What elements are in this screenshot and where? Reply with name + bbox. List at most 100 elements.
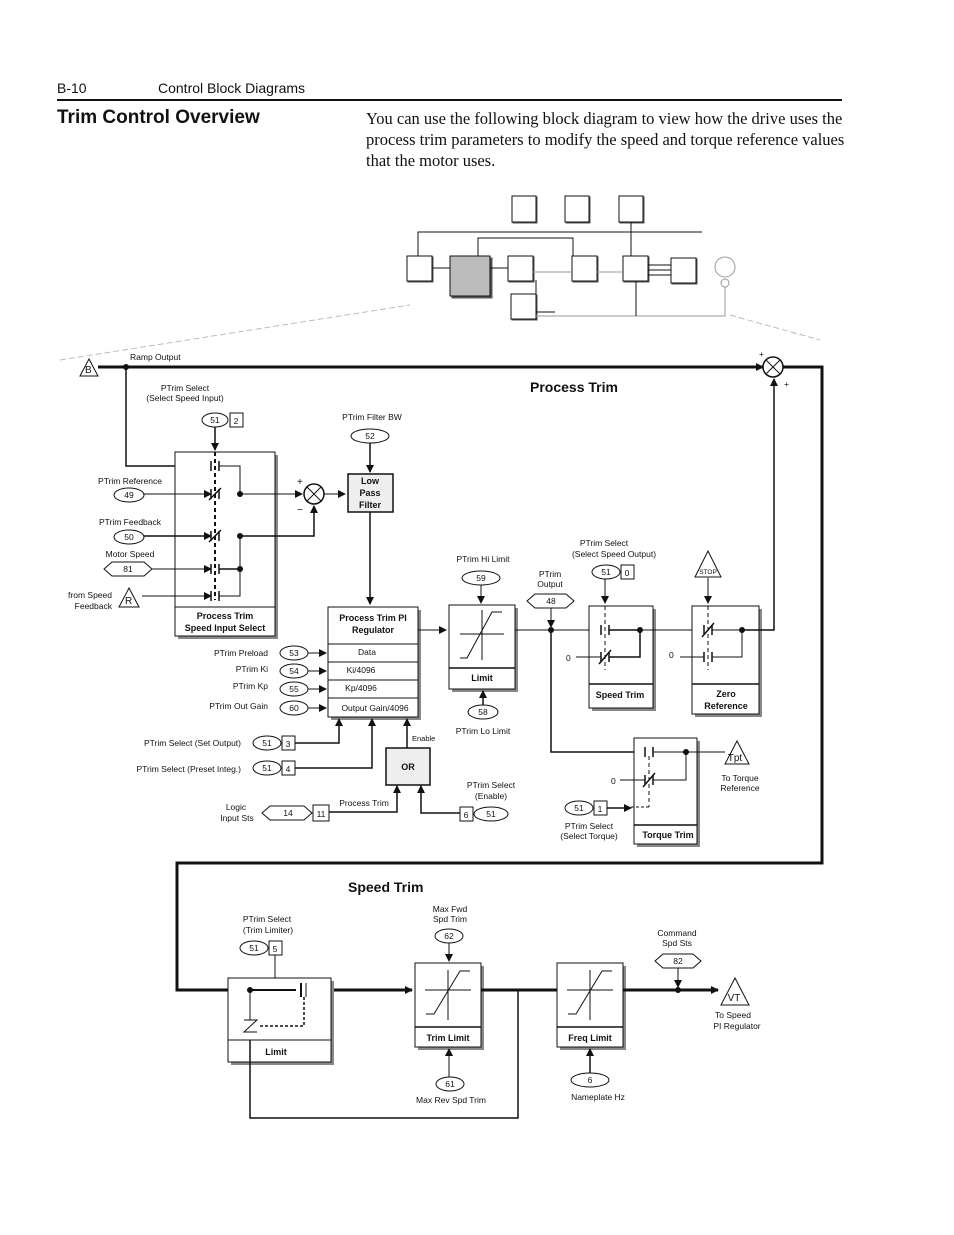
svg-text:Spd Sts: Spd Sts (662, 938, 692, 948)
svg-text:62: 62 (444, 931, 454, 941)
svg-text:Zero: Zero (716, 689, 736, 699)
svg-text:PTrim Preload: PTrim Preload (214, 648, 268, 658)
svg-text:B: B (85, 365, 92, 376)
svg-text:Speed Trim: Speed Trim (596, 690, 645, 700)
process-trim-speed-input-select-block: Process Trim Speed Input Select (174, 451, 278, 639)
svg-text:2: 2 (234, 416, 239, 426)
svg-text:PTrim Select: PTrim Select (565, 821, 614, 831)
param-48: 48 (526, 593, 575, 609)
nameplate-hz: 6 Nameplate Hz (570, 1072, 625, 1102)
svg-text:53: 53 (289, 648, 299, 658)
svg-text:Logic: Logic (226, 802, 247, 812)
svg-text:59: 59 (476, 573, 486, 583)
ptrim-output-label: PTrim (539, 569, 561, 579)
speed-trim-block: Speed Trim (588, 605, 656, 711)
svg-text:1: 1 (598, 804, 603, 814)
svg-text:51: 51 (249, 943, 259, 953)
ptrim-hi-limit-label: PTrim Hi Limit (456, 554, 510, 564)
svg-text:PTrim Ki: PTrim Ki (236, 664, 268, 674)
svg-text:82: 82 (673, 956, 683, 966)
svg-text:14: 14 (283, 808, 293, 818)
param-51-bit-1: 51 1 PTrim Select (Select Torque) (560, 800, 618, 841)
svg-text:Speed Input Select: Speed Input Select (185, 623, 266, 633)
param-51-bit-3: PTrim Select (Set Output) 51 3 (144, 735, 296, 751)
command-spd-sts: Command Spd Sts 82 (654, 928, 702, 969)
svg-text:Spd Trim: Spd Trim (433, 914, 467, 924)
speed-trim-zero: 0 (566, 653, 571, 663)
svg-text:Tpt: Tpt (728, 753, 743, 764)
svg-text:+: + (297, 477, 303, 488)
svg-text:Freq Limit: Freq Limit (568, 1033, 612, 1043)
pi-row-kp: Kp/4096 (345, 683, 377, 693)
svg-text:Limit: Limit (265, 1047, 287, 1057)
svg-text:Regulator: Regulator (352, 625, 395, 635)
zero-reference-block: Zero Reference (691, 605, 762, 717)
svg-text:(Trim Limiter): (Trim Limiter) (243, 925, 293, 935)
svg-text:(Select Speed Input): (Select Speed Input) (146, 393, 224, 403)
svg-text:54: 54 (289, 666, 299, 676)
svg-text:+: + (759, 349, 764, 359)
max-fwd-spd-trim: Max Fwd Spd Trim 62 (433, 904, 468, 944)
pi-row-ki: Ki/4096 (347, 665, 376, 675)
speed-trim-title: Speed Trim (348, 879, 423, 895)
logic-input-sts: Logic Input Sts 14 11 Process Trim (220, 798, 389, 823)
svg-text:58: 58 (478, 707, 488, 717)
max-rev-spd-trim: 61 Max Rev Spd Trim (416, 1076, 486, 1105)
svg-text:49: 49 (124, 490, 134, 500)
svg-text:51: 51 (262, 738, 272, 748)
ramp-output-connector: B Ramp Output (79, 352, 181, 377)
svg-text:PTrim Select: PTrim Select (467, 780, 516, 790)
svg-text:51: 51 (574, 803, 584, 813)
torque-reference-connector: Tpt To Torque Reference (720, 739, 760, 793)
ptrim-reference-label: PTrim Reference (98, 476, 162, 486)
svg-text:51: 51 (210, 415, 220, 425)
svg-text:60: 60 (289, 703, 299, 713)
svg-text:Trim Limit: Trim Limit (426, 1033, 469, 1043)
trim-limiter-block: Limit (227, 977, 334, 1065)
motor-speed-label: Motor Speed (106, 549, 155, 559)
param-52: 52 (350, 428, 390, 444)
trim-limiter-select: PTrim Select (Trim Limiter) 51 5 (239, 914, 293, 956)
zero-reference-zero: 0 (669, 650, 674, 660)
ptrim-filter-bw-label: PTrim Filter BW (342, 412, 402, 422)
param-51-bit-4: PTrim Select (Preset Integ.) 51 4 (136, 760, 296, 776)
svg-text:PTrim Select (Preset Integ.): PTrim Select (Preset Integ.) (136, 764, 241, 774)
or-block: OR Enable (385, 734, 435, 786)
svg-text:51: 51 (601, 567, 611, 577)
svg-text:PTrim Select (Set Output): PTrim Select (Set Output) (144, 738, 241, 748)
trim-limit-block: Trim Limit (414, 962, 484, 1050)
stop-connector: STOP (694, 549, 722, 578)
svg-text:Process Trim: Process Trim (197, 611, 254, 621)
process-trim-pi-regulator-block: Process Trim PI Regulator Data Ki/4096 K… (327, 606, 421, 720)
svg-text:52: 52 (365, 431, 375, 441)
svg-text:51: 51 (486, 809, 496, 819)
svg-text:Command: Command (657, 928, 696, 938)
svg-text:PI Regulator: PI Regulator (713, 1021, 760, 1031)
torque-trim-zero: 0 (611, 776, 616, 786)
pi-row-output-gain: Output Gain/4096 (341, 703, 408, 713)
svg-text:61: 61 (445, 1079, 455, 1089)
ptrim-feedback-label: PTrim Feedback (99, 517, 162, 527)
pi-input-kp: PTrim Kp 55 (233, 681, 327, 697)
param-51-bit-0: 51 0 (591, 564, 635, 580)
param-59: 59 (461, 570, 501, 586)
ptrim-select-enable: PTrim Select (Enable) 6 51 (459, 780, 516, 822)
svg-text:OR: OR (401, 762, 415, 772)
ptrim-lo-limit-label: PTrim Lo Limit (456, 726, 511, 736)
speed-feedback-label: from Speed (68, 590, 112, 600)
param-51-bit-2: 51 2 (201, 412, 244, 428)
ptrim-select-speed-input-label: PTrim Select (161, 383, 210, 393)
svg-text:(Select Torque): (Select Torque) (560, 831, 618, 841)
svg-text:6: 6 (588, 1075, 593, 1085)
trim-control-diagram: Process Trim Speed Trim B Ramp Output + … (59, 195, 824, 1119)
svg-text:Limit: Limit (471, 673, 493, 683)
svg-text:51: 51 (262, 763, 272, 773)
low-pass-filter-block: Low Pass Filter (347, 473, 394, 513)
svg-text:To Torque: To Torque (721, 773, 758, 783)
torque-trim-block: Torque Trim (628, 737, 700, 847)
svg-text:Torque Trim: Torque Trim (642, 830, 693, 840)
svg-text:5: 5 (273, 944, 278, 954)
select-speed-output-label: PTrim Select (580, 538, 629, 548)
error-summer: + − (297, 477, 325, 516)
svg-text:48: 48 (546, 596, 556, 606)
